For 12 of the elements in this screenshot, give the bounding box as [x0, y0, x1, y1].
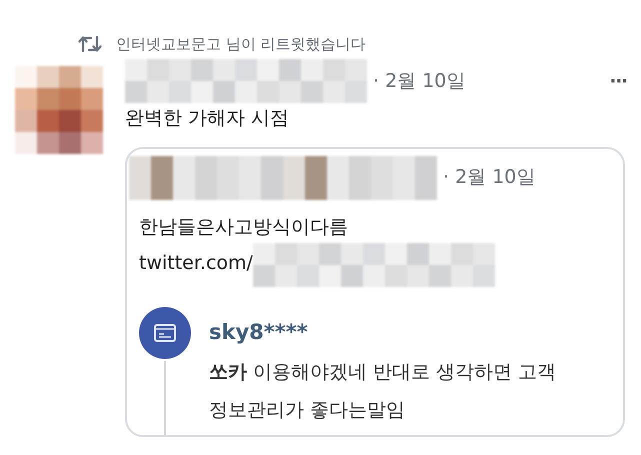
retweet-label: 인터넷교보문고 님이 리트윗했습니다 [116, 34, 366, 55]
comment-text: 쏘카 이용해야겠네 반대로 생각하면 고객 정보관리가 좋다는말임 [209, 360, 558, 422]
quoted-tweet-date: · 2월 10일 [443, 165, 536, 190]
tweet-text: 완벽한 가해자 시점 [125, 106, 290, 131]
profile-icon [139, 307, 191, 359]
tweet-link[interactable]: twitter.com/ [139, 243, 253, 278]
more-options-button[interactable]: ··· [609, 68, 627, 94]
commenter-username[interactable]: sky8**** [209, 317, 574, 348]
quoted-tweet-text: 한남들은사고방식이다름 [139, 214, 349, 240]
retweet-icon [78, 34, 102, 54]
quoted-tweet-card[interactable]: · 2월 10일 한남들은사고방식이다름 twitter.com/ sky8**** 쏘카 이용해야겠네 반대로 생각하면 고객 정보관리가 좋다는말임 [125, 146, 625, 436]
tweet-date: · 2월 10일 [373, 68, 466, 94]
